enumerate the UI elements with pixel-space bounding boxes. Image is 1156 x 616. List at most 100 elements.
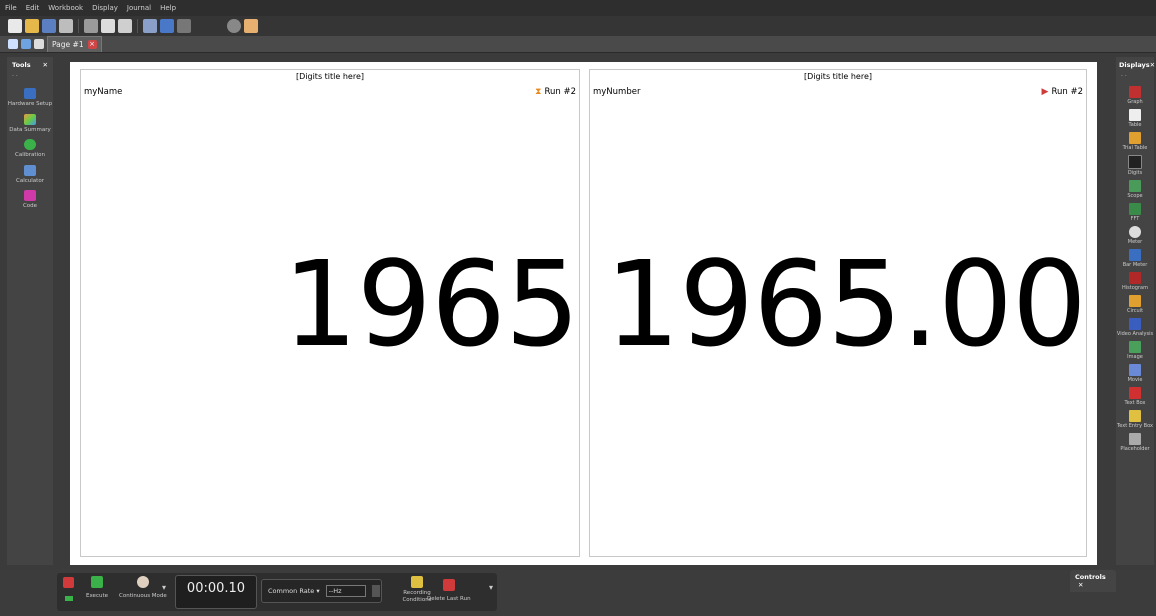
tools-panel: Tools ✕ · · Hardware Setup Data Summary … bbox=[7, 57, 53, 565]
continuous-mode-label: Continuous Mode bbox=[119, 593, 167, 599]
display-table[interactable]: Table bbox=[1116, 109, 1154, 128]
display-label: Image bbox=[1127, 354, 1143, 360]
display-scope[interactable]: Scope bbox=[1116, 180, 1154, 199]
tool-calculator[interactable]: Calculator bbox=[7, 164, 53, 185]
page-tab-bar: Page #1 × bbox=[0, 36, 1156, 53]
digits-display-2[interactable]: [Digits title here] myNumber ▶ Run #2 19… bbox=[589, 69, 1087, 557]
digits-title[interactable]: [Digits title here] bbox=[81, 72, 579, 81]
execute-button[interactable]: Execute bbox=[86, 576, 108, 600]
tab-page-1[interactable]: Page #1 × bbox=[47, 36, 102, 52]
mode-dropdown-arrow[interactable]: ▾ bbox=[162, 584, 166, 592]
rate-stepper[interactable] bbox=[371, 585, 380, 597]
tool-hardware-setup[interactable]: Hardware Setup bbox=[7, 88, 53, 108]
undo-icon[interactable] bbox=[160, 19, 174, 33]
trial-table-icon bbox=[1129, 132, 1141, 144]
display-label: Histogram bbox=[1122, 285, 1148, 291]
cut-icon[interactable] bbox=[84, 19, 98, 33]
display-label: FFT bbox=[1130, 216, 1140, 222]
new-icon[interactable] bbox=[8, 19, 22, 33]
menu-help[interactable]: Help bbox=[155, 4, 180, 12]
play-icon: ▶ bbox=[1041, 87, 1049, 97]
close-icon[interactable]: ✕ bbox=[1078, 581, 1083, 589]
panel-grip[interactable]: · · bbox=[1116, 73, 1154, 82]
tab-label: Page #1 bbox=[52, 40, 84, 49]
display-text-entry-box[interactable]: Text Entry Box bbox=[1116, 410, 1154, 429]
controls-panel-tab[interactable]: Controls ✕ bbox=[1070, 570, 1116, 592]
display-placeholder[interactable]: Placeholder bbox=[1116, 433, 1154, 452]
digits-value: 1965.00 bbox=[605, 235, 1087, 373]
tool-data-summary[interactable]: Data Summary bbox=[7, 113, 53, 134]
page-icon[interactable] bbox=[34, 39, 44, 49]
settings-icon[interactable] bbox=[21, 39, 31, 49]
tool-calibration[interactable]: Calibration bbox=[7, 139, 53, 159]
run-label: Run #2 bbox=[1051, 87, 1083, 97]
display-image[interactable]: Image bbox=[1116, 341, 1154, 360]
hardware-setup-icon bbox=[24, 88, 36, 99]
menu-workbook[interactable]: Workbook bbox=[43, 4, 87, 12]
window-icon[interactable] bbox=[8, 39, 18, 49]
measurement-name[interactable]: myName bbox=[84, 87, 122, 97]
close-icon[interactable]: ✕ bbox=[43, 61, 48, 69]
continuous-mode-button[interactable]: Continuous Mode bbox=[119, 576, 167, 600]
display-graph[interactable]: Graph bbox=[1116, 86, 1154, 105]
scope-icon bbox=[1129, 180, 1141, 192]
measurement-name[interactable]: myNumber bbox=[593, 87, 640, 97]
print-icon[interactable] bbox=[59, 19, 73, 33]
save-icon[interactable] bbox=[42, 19, 56, 33]
display-text-box[interactable]: Text Box bbox=[1116, 387, 1154, 406]
display-digits[interactable]: Digits bbox=[1116, 155, 1154, 176]
hz-input[interactable]: --Hz bbox=[325, 585, 366, 597]
menu-file[interactable]: File bbox=[0, 4, 21, 12]
page-canvas: [Digits title here] myName ⧗ Run #2 1965… bbox=[70, 62, 1097, 565]
graph-icon bbox=[1129, 86, 1141, 98]
digits-title[interactable]: [Digits title here] bbox=[590, 72, 1086, 81]
tools-panel-header: Tools ✕ bbox=[7, 57, 53, 73]
journal-snapshot-icon[interactable] bbox=[244, 19, 258, 33]
close-icon[interactable]: ✕ bbox=[1150, 61, 1155, 69]
meter-icon bbox=[1129, 226, 1141, 238]
panel-grip[interactable]: · · bbox=[7, 73, 53, 82]
display-label: Trial Table bbox=[1122, 145, 1148, 151]
menu-journal[interactable]: Journal bbox=[122, 4, 155, 12]
run-indicator[interactable]: ⧗ Run #2 bbox=[535, 87, 576, 97]
record-button[interactable] bbox=[63, 577, 74, 601]
display-trial-table[interactable]: Trial Table bbox=[1116, 132, 1154, 151]
toolbar-divider bbox=[78, 19, 79, 33]
digits-display-1[interactable]: [Digits title here] myName ⧗ Run #2 1965 bbox=[80, 69, 580, 557]
hourglass-icon: ⧗ bbox=[535, 87, 542, 97]
tools-panel-title: Tools bbox=[12, 61, 31, 69]
close-icon[interactable]: × bbox=[87, 40, 97, 49]
display-histogram[interactable]: Histogram bbox=[1116, 272, 1154, 291]
delete-dropdown-arrow[interactable]: ▾ bbox=[489, 584, 493, 592]
common-rate-dropdown[interactable]: Common Rate ▾ bbox=[268, 587, 320, 595]
toolbar bbox=[0, 16, 1156, 36]
tool-code[interactable]: Code bbox=[7, 190, 53, 210]
run-indicator[interactable]: ▶ Run #2 bbox=[1042, 87, 1083, 97]
fft-icon bbox=[1129, 203, 1141, 215]
delete-run-icon bbox=[442, 579, 455, 591]
open-folder-icon[interactable] bbox=[25, 19, 39, 33]
histogram-icon bbox=[1129, 272, 1141, 284]
delete-last-run-button[interactable]: Delete Last Run bbox=[427, 579, 471, 603]
display-meter[interactable]: Meter bbox=[1116, 226, 1154, 245]
display-video-analysis[interactable]: Video Analysis bbox=[1116, 318, 1154, 337]
display-movie[interactable]: Movie bbox=[1116, 364, 1154, 383]
copy-icon[interactable] bbox=[101, 19, 115, 33]
display-circuit[interactable]: Circuit bbox=[1116, 295, 1154, 314]
monitor-icon[interactable] bbox=[64, 596, 73, 601]
record-icon bbox=[63, 577, 74, 588]
display-label: Text Entry Box bbox=[1117, 423, 1153, 429]
redo-icon[interactable] bbox=[177, 19, 191, 33]
menu-bar: File Edit Workbook Display Journal Help bbox=[0, 0, 1156, 16]
run-label: Run #2 bbox=[544, 87, 576, 97]
screenshot-icon[interactable] bbox=[143, 19, 157, 33]
tool-label: Code bbox=[22, 203, 38, 209]
paste-icon[interactable] bbox=[118, 19, 132, 33]
menu-edit[interactable]: Edit bbox=[21, 4, 44, 12]
tool-label: Hardware Setup bbox=[7, 101, 53, 107]
display-bar-meter[interactable]: Bar Meter bbox=[1116, 249, 1154, 268]
elapsed-time-display: 00:00.10 bbox=[175, 575, 257, 609]
menu-display[interactable]: Display bbox=[87, 4, 122, 12]
camera-icon[interactable] bbox=[227, 19, 241, 33]
display-fft[interactable]: FFT bbox=[1116, 203, 1154, 222]
